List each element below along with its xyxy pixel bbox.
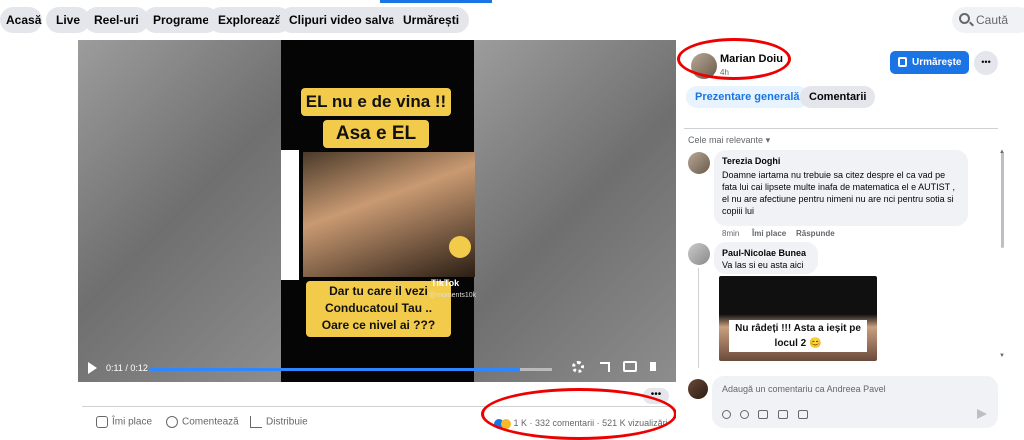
tab-reels[interactable]: Reel-uri: [84, 7, 149, 33]
current-user-avatar: [688, 379, 708, 399]
follow-button[interactable]: Urmărește: [890, 51, 969, 74]
tab-home[interactable]: Acasă: [0, 7, 42, 33]
commenter-avatar[interactable]: [688, 243, 710, 265]
compose-tools: [722, 410, 832, 420]
thumbs-up-icon: [96, 416, 108, 428]
settings-gear-icon[interactable]: [572, 361, 584, 373]
avatar-sticker-icon[interactable]: [722, 410, 731, 419]
comment-input[interactable]: Adaugă un comentariu ca Andreea Pavel: [722, 384, 886, 394]
share-icon: [250, 416, 262, 428]
video-progress-fill: [150, 368, 520, 371]
tab-comments[interactable]: Comentarii: [800, 86, 876, 108]
comment-label: Comentează: [182, 416, 239, 428]
comments-scrollbar[interactable]: [1001, 152, 1004, 248]
emoji-icon[interactable]: [740, 410, 749, 419]
camera-icon[interactable]: [758, 410, 768, 419]
comment-icon: [166, 416, 178, 428]
thread-line: [698, 268, 699, 368]
sort-label: Cele mai relevante: [688, 135, 764, 145]
chevron-down-icon: ▾: [765, 135, 771, 145]
comment-compose-box[interactable]: Adaugă un comentariu ca Andreea Pavel: [712, 376, 998, 428]
video-frame: EL nu e de vina !! Asa e EL Dar tu care …: [281, 40, 477, 382]
comment-image-caption: Nu râdeți !!! Asta a ieșit pe locul 2 😊: [729, 320, 867, 352]
video-caption-middle: Asa e EL: [323, 120, 429, 148]
video-controls: 0:11 / 0:12: [78, 354, 676, 382]
comment-like-link[interactable]: Îmi place: [752, 229, 786, 238]
post-side-panel: Marian Doiu 4h Urmărește ••• Prezentare …: [676, 40, 1024, 440]
video-white-strip: [281, 150, 299, 280]
follow-label: Urmărește: [912, 57, 962, 68]
commenter-avatar[interactable]: [688, 152, 710, 174]
comment-button[interactable]: Comentează: [166, 416, 239, 428]
gif-icon[interactable]: [778, 410, 788, 419]
video-time: 0:11 / 0:12: [106, 363, 148, 373]
panel-divider: [684, 128, 998, 129]
highlight-stats-circle: [481, 388, 677, 440]
video-caption-top: EL nu e de vina !!: [301, 88, 451, 116]
comment-text: Doamne iartama nu trebuie sa citez despr…: [722, 170, 955, 216]
sticker-icon[interactable]: [798, 410, 808, 419]
comment-age[interactable]: 8min: [722, 229, 739, 238]
search-icon: [959, 13, 970, 24]
comment-reply-link[interactable]: Răspunde: [796, 229, 835, 238]
tiktok-watermark: TikTok: [431, 278, 460, 288]
active-tab-indicator: [380, 0, 492, 3]
video-person-image: [303, 152, 475, 277]
send-icon[interactable]: [977, 409, 987, 419]
emoji-icon: [449, 236, 471, 258]
like-label: Îmi place: [112, 416, 153, 428]
panel-more-button[interactable]: •••: [974, 51, 998, 75]
play-icon[interactable]: [88, 362, 97, 374]
video-progress-bar[interactable]: [150, 368, 552, 371]
pip-icon[interactable]: [623, 361, 637, 372]
scroll-up-icon[interactable]: ▲: [999, 149, 1005, 155]
search-input[interactable]: Caută clipu: [952, 7, 1024, 53]
tab-overview[interactable]: Prezentare generală: [686, 86, 809, 108]
tab-following[interactable]: Urmărești: [393, 7, 470, 33]
commenter-name[interactable]: Paul-Nicolae Bunea: [722, 247, 810, 259]
video-blur-left: [78, 40, 281, 382]
like-button[interactable]: Îmi place: [96, 416, 152, 428]
highlight-author-circle: [677, 38, 791, 80]
volume-icon[interactable]: [650, 362, 656, 371]
video-caption-bottom: Dar tu care il vezi Conducatoul Tau .. O…: [306, 281, 451, 337]
sort-dropdown[interactable]: Cele mai relevante ▾: [688, 135, 770, 146]
tiktok-username: @moments10k: [429, 292, 477, 299]
share-label: Distribuie: [266, 416, 308, 428]
video-blur-right: [474, 40, 676, 382]
follow-icon: [898, 57, 907, 67]
comment-bubble: Terezia Doghi Doamne iartama nu trebuie …: [714, 150, 968, 226]
comment-bubble: Paul-Nicolae Bunea Va las si eu asta aic…: [714, 242, 818, 274]
expand-icon[interactable]: [600, 362, 610, 372]
comment-text: Va las si eu asta aici: [722, 260, 804, 270]
video-player[interactable]: EL nu e de vina !! Asa e EL Dar tu care …: [78, 40, 676, 382]
share-button[interactable]: Distribuie: [250, 416, 308, 428]
top-nav: Acasă Live Reel-uri Programe Explorează …: [0, 0, 1024, 53]
comment-image[interactable]: Nu râdeți !!! Asta a ieșit pe locul 2 😊: [719, 276, 877, 361]
commenter-name[interactable]: Terezia Doghi: [722, 155, 960, 167]
scroll-down-icon[interactable]: ▼: [999, 353, 1005, 359]
